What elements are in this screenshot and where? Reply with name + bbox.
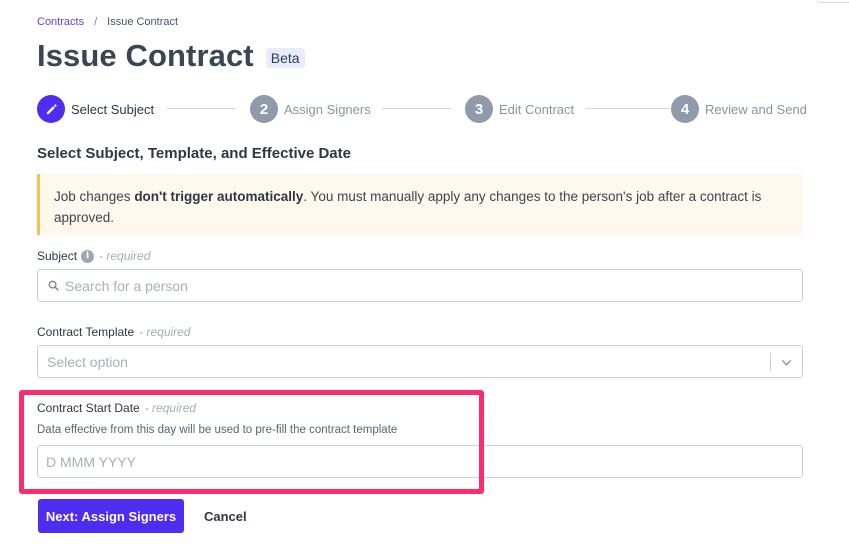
- step-edit-contract[interactable]: 3 Edit Contract: [465, 95, 574, 123]
- template-label-text: Contract Template: [37, 325, 135, 339]
- start-date-label-text: Contract Start Date: [37, 401, 140, 415]
- breadcrumb-separator: /: [94, 16, 98, 28]
- chevron-down-icon[interactable]: [780, 356, 793, 372]
- breadcrumb-current: Issue Contract: [107, 16, 179, 28]
- start-date-label: Contract Start Date - required: [37, 401, 196, 415]
- select-divider: [770, 353, 771, 371]
- subject-placeholder: Search for a person: [65, 277, 188, 294]
- step-connector: [382, 108, 451, 109]
- info-icon[interactable]: i: [81, 249, 95, 263]
- page-title: Issue Contract: [37, 38, 254, 73]
- template-label: Contract Template - required: [37, 325, 191, 339]
- section-title: Select Subject, Template, and Effective …: [37, 145, 351, 162]
- warning-notice: Job changes don't trigger automatically.…: [37, 174, 803, 235]
- beta-badge: Beta: [265, 48, 305, 68]
- step-connector: [586, 108, 670, 109]
- next-assign-signers-button[interactable]: Next: Assign Signers: [38, 499, 184, 533]
- step-label: Assign Signers: [284, 101, 371, 117]
- step-review-send[interactable]: 4 Review and Send: [671, 95, 807, 123]
- step-number: 2: [250, 95, 278, 123]
- step-assign-signers[interactable]: 2 Assign Signers: [250, 95, 371, 123]
- window-corner-tab: [816, 0, 849, 3]
- subject-label: Subject i - required: [37, 249, 150, 263]
- start-date-helper-text: Data effective from this day will be use…: [37, 424, 398, 436]
- pencil-icon: [37, 95, 65, 123]
- required-indicator: - required: [139, 325, 191, 339]
- step-connector: [167, 108, 236, 109]
- page-header: Issue Contract Beta: [37, 38, 305, 74]
- template-placeholder: Select option: [47, 353, 128, 370]
- breadcrumb-contracts-link[interactable]: Contracts: [37, 16, 84, 28]
- step-number: 3: [465, 95, 493, 123]
- required-indicator: - required: [99, 249, 151, 263]
- subject-label-text: Subject: [37, 249, 78, 263]
- breadcrumb: Contracts / Issue Contract: [37, 16, 178, 28]
- notice-text-bold: don't trigger automatically: [134, 189, 304, 204]
- notice-text-start: Job changes: [54, 189, 135, 204]
- stepper: Select Subject 2 Assign Signers 3 Edit C…: [37, 95, 807, 123]
- step-label: Select Subject: [71, 101, 155, 117]
- cancel-button[interactable]: Cancel: [196, 499, 255, 533]
- contract-template-select[interactable]: Select option: [37, 345, 803, 378]
- start-date-input[interactable]: [37, 445, 803, 478]
- step-label: Edit Contract: [499, 101, 575, 117]
- step-label: Review and Send: [705, 101, 807, 117]
- step-select-subject[interactable]: Select Subject: [37, 95, 154, 123]
- search-icon: [42, 280, 64, 291]
- required-indicator: - required: [144, 401, 197, 415]
- step-number: 4: [671, 95, 699, 123]
- subject-search-input[interactable]: Search for a person: [37, 269, 803, 302]
